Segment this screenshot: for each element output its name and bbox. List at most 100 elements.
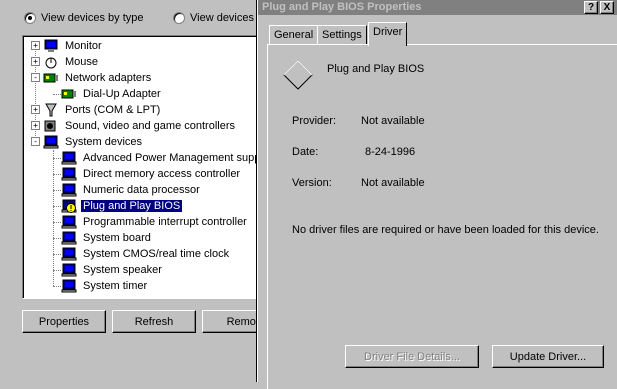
- tree-item[interactable]: System board: [53, 230, 153, 246]
- help-button[interactable]: ?: [584, 1, 598, 14]
- tree-item[interactable]: Plug and Play BIOS: [53, 198, 184, 214]
- tree-guide-line: [53, 206, 61, 207]
- tree-item[interactable]: System speaker: [53, 262, 164, 278]
- collapse-icon[interactable]: -: [31, 73, 40, 82]
- tree-item-label: Dial-Up Adapter: [83, 88, 161, 100]
- provider-value: Not available: [361, 115, 425, 127]
- network-adapter-icon: [43, 71, 59, 85]
- tree-item[interactable]: Programmable interrupt controller: [53, 214, 249, 230]
- date-label: Date:: [292, 146, 319, 158]
- tree-guide-line: [53, 222, 61, 223]
- tree-item[interactable]: - Network adapters: [31, 70, 153, 86]
- tree-item-label: Numeric data processor: [83, 184, 200, 196]
- tree-item[interactable]: Numeric data processor: [53, 182, 202, 198]
- view-by-connection-option[interactable]: View devices: [173, 12, 254, 24]
- port-icon: [43, 103, 59, 117]
- properties-button[interactable]: Properties: [22, 310, 106, 333]
- device-manager-panel: View devices by type View devices + Monit…: [0, 0, 286, 382]
- tree-guide-line: [53, 286, 61, 287]
- driver-message: No driver files are required or have bee…: [292, 224, 599, 236]
- expand-icon[interactable]: +: [31, 121, 40, 130]
- refresh-button[interactable]: Refresh: [112, 310, 196, 333]
- tree-guide-line: [53, 238, 61, 239]
- dialog-title: Plug and Play BIOS Properties: [262, 1, 422, 13]
- tree-guide-line: [53, 270, 61, 271]
- update-driver-label: Update Driver...: [509, 350, 587, 363]
- tab-general[interactable]: General: [269, 25, 319, 45]
- tree-item[interactable]: + Mouse: [31, 54, 100, 70]
- tree-item-label: Advanced Power Management supp: [83, 152, 261, 164]
- device-name: Plug and Play BIOS: [327, 63, 425, 75]
- device-tree[interactable]: + Monitor + Mouse - Network adapters Dial-Up A…: [22, 35, 272, 299]
- device-diamond-icon: [283, 60, 313, 90]
- radio-selected-icon[interactable]: [24, 12, 36, 24]
- provider-label: Provider:: [292, 115, 337, 127]
- radio-unselected-icon[interactable]: [173, 12, 185, 24]
- tab-driver-label: Driver: [373, 26, 403, 38]
- properties-button-label: Properties: [38, 315, 90, 328]
- tree-item-label: System timer: [83, 280, 148, 292]
- expand-icon[interactable]: +: [31, 57, 40, 66]
- view-by-type-label: View devices by type: [41, 12, 144, 24]
- tree-item-label: Plug and Play BIOS: [79, 199, 184, 213]
- tree-guide-line: [53, 158, 61, 159]
- tree-guide-line: [53, 174, 61, 175]
- view-by-type-option[interactable]: View devices by type: [24, 12, 144, 24]
- tree-item[interactable]: - System devices: [31, 134, 144, 150]
- close-button[interactable]: X: [600, 1, 614, 14]
- tree-item[interactable]: Dial-Up Adapter: [53, 86, 163, 102]
- version-label: Version:: [292, 177, 332, 189]
- expand-icon[interactable]: +: [31, 105, 40, 114]
- computer-icon: [61, 231, 77, 245]
- tree-guide-line: [53, 150, 54, 286]
- warning-computer-icon: [61, 199, 77, 213]
- monitor-icon: [43, 39, 59, 53]
- tree-item-label: Network adapters: [65, 72, 152, 84]
- date-value: 8-24-1996: [365, 146, 416, 158]
- driver-file-details-button[interactable]: Driver File Details...: [345, 345, 479, 368]
- version-value: Not available: [361, 177, 425, 189]
- network-adapter-icon: [61, 87, 77, 101]
- mouse-icon: [43, 55, 59, 69]
- sound-icon: [43, 119, 59, 133]
- computer-icon: [43, 135, 59, 149]
- title-bar[interactable]: Plug and Play BIOS Properties ? X: [258, 0, 617, 15]
- tab-general-label: General: [274, 29, 314, 41]
- tree-item-label: System speaker: [83, 264, 162, 276]
- tree-guide-line: [53, 254, 61, 255]
- view-by-connection-label: View devices: [190, 12, 254, 24]
- tree-item-label: System CMOS/real time clock: [83, 248, 230, 260]
- tree-item[interactable]: Direct memory access controller: [53, 166, 242, 182]
- tree-item-label: Monitor: [65, 40, 102, 52]
- computer-icon: [61, 279, 77, 293]
- refresh-button-label: Refresh: [134, 315, 174, 328]
- computer-icon: [61, 215, 77, 229]
- tree-item[interactable]: Advanced Power Management supp: [53, 150, 262, 166]
- computer-icon: [61, 167, 77, 181]
- collapse-icon[interactable]: -: [31, 137, 40, 146]
- computer-icon: [61, 263, 77, 277]
- tree-guide-line: [53, 190, 61, 191]
- tree-item-label: Sound, video and game controllers: [65, 120, 235, 132]
- tab-driver[interactable]: Driver: [368, 22, 408, 46]
- tree-guide-line: [53, 94, 61, 95]
- tree-item[interactable]: + Monitor: [31, 38, 104, 54]
- tree-item-label: System devices: [65, 136, 143, 148]
- tree-item[interactable]: + Ports (COM & LPT): [31, 102, 162, 118]
- tab-settings-label: Settings: [322, 29, 362, 41]
- computer-icon: [61, 151, 77, 165]
- tree-item-label: Direct memory access controller: [83, 168, 241, 180]
- expand-icon[interactable]: +: [31, 41, 40, 50]
- tab-settings[interactable]: Settings: [317, 25, 367, 45]
- update-driver-button[interactable]: Update Driver...: [492, 345, 604, 368]
- tree-item[interactable]: System CMOS/real time clock: [53, 246, 231, 262]
- close-icon: X: [603, 2, 611, 13]
- tree-item[interactable]: System timer: [53, 278, 149, 294]
- driver-file-details-label: Driver File Details...: [364, 350, 460, 363]
- tree-item-label: System board: [83, 232, 151, 244]
- tree-item-label: Programmable interrupt controller: [83, 216, 247, 228]
- help-icon: ?: [587, 2, 595, 13]
- tree-item[interactable]: + Sound, video and game controllers: [31, 118, 237, 134]
- computer-icon: [61, 247, 77, 261]
- computer-icon: [61, 183, 77, 197]
